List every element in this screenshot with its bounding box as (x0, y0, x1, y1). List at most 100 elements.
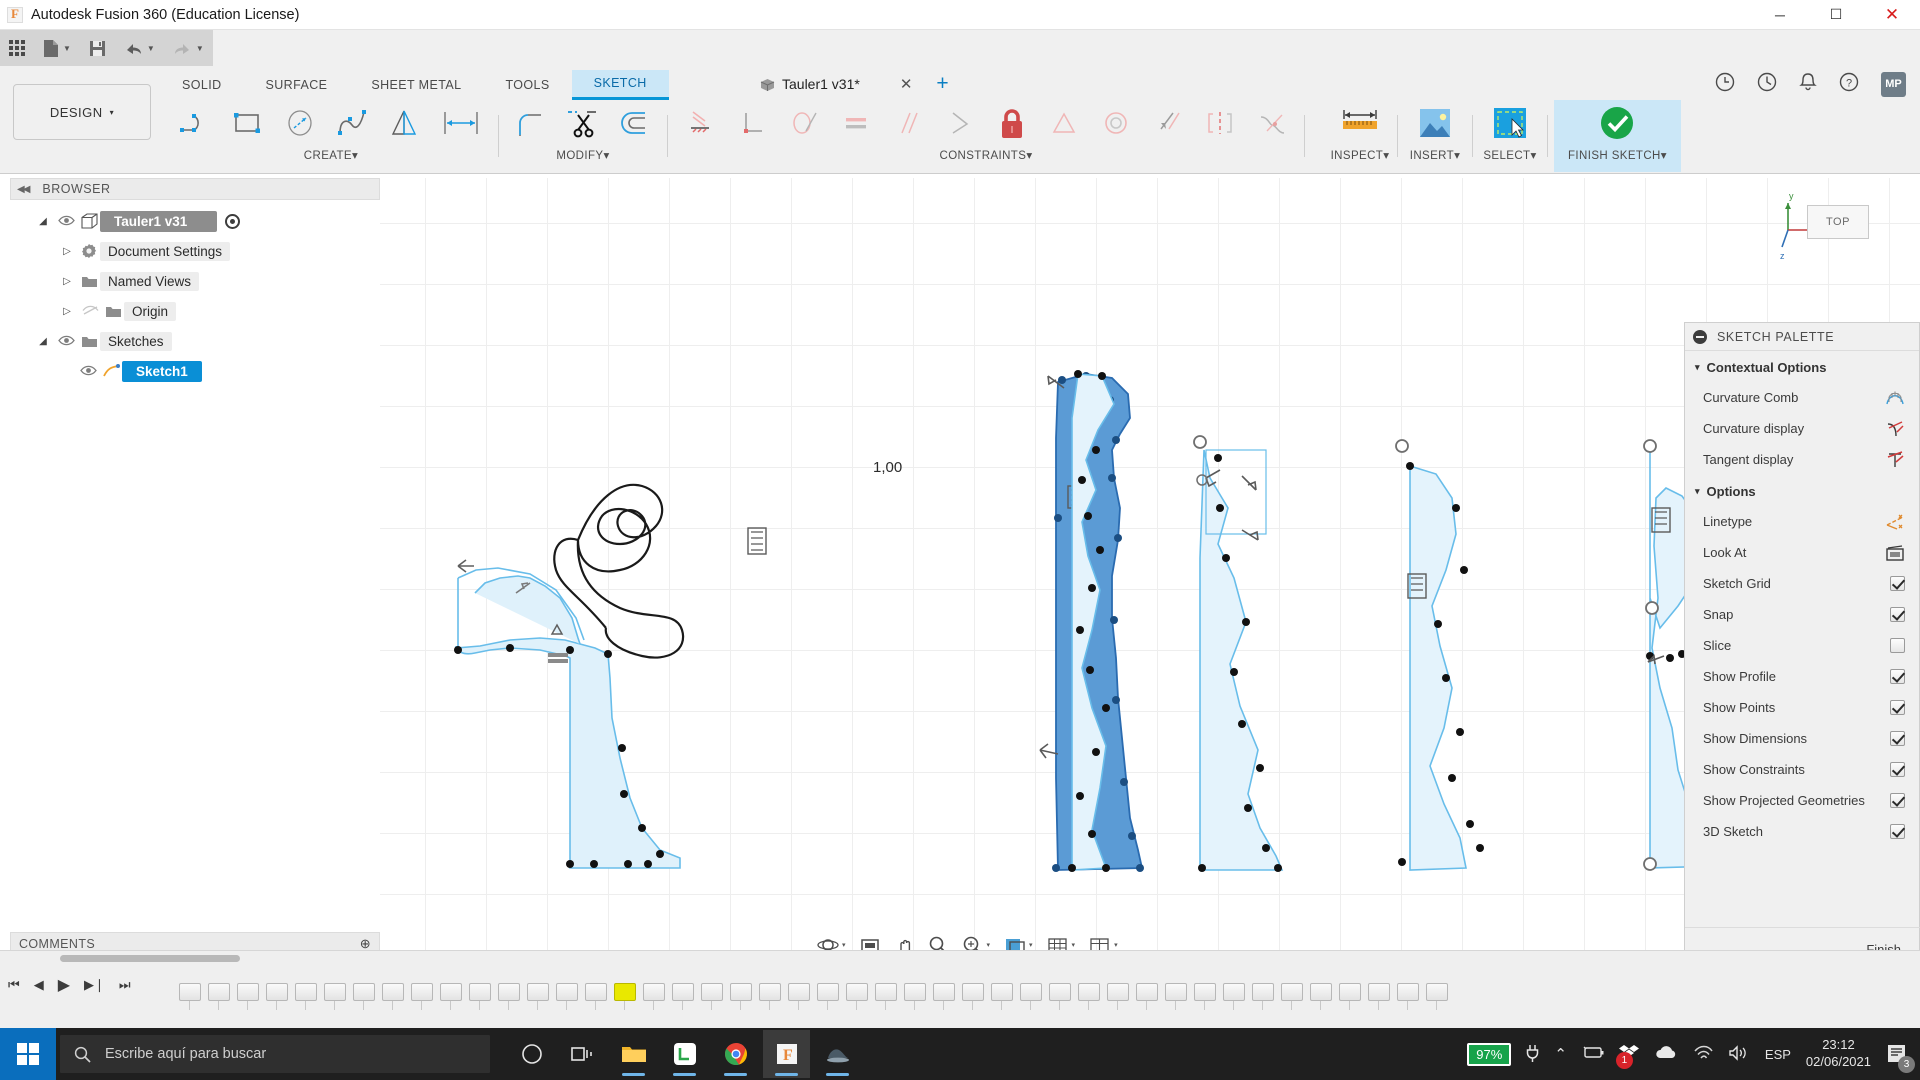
action-center-icon[interactable]: 3 (1886, 1043, 1915, 1073)
onedrive-icon[interactable] (1654, 1045, 1678, 1063)
palette-row-slice[interactable]: Slice (1685, 630, 1919, 661)
ribbon-group-insert-label[interactable]: INSERT▾ (1410, 148, 1461, 162)
timeline-play-button[interactable]: ▶ (58, 975, 70, 995)
timeline-feature-node[interactable] (959, 977, 987, 1010)
ribbon-group-select-label[interactable]: SELECT▾ (1483, 148, 1536, 162)
curvature-constraint[interactable] (1246, 100, 1298, 146)
volume-icon[interactable] (1728, 1044, 1750, 1064)
chrome-icon[interactable] (712, 1030, 759, 1078)
view-cube-top-face[interactable]: TOP (1807, 205, 1869, 239)
palette-row-3d-sketch[interactable]: 3D Sketch (1685, 816, 1919, 847)
timeline-feature-node[interactable] (814, 977, 842, 1010)
document-tab-close[interactable]: ✕ (900, 75, 913, 93)
linetype-icon[interactable] (1885, 513, 1905, 531)
section-contextual-options[interactable]: ▾ Contextual Options (1685, 351, 1919, 382)
midpoint-constraint[interactable] (1038, 100, 1090, 146)
timeline-feature-node[interactable] (1046, 977, 1074, 1010)
palette-row-snap[interactable]: Snap (1685, 599, 1919, 630)
show-dimensions-checkbox[interactable] (1890, 731, 1905, 746)
expander-icon[interactable]: ▷ (56, 306, 78, 317)
new-tab-button[interactable]: + (936, 72, 948, 96)
trim-tool[interactable] (557, 100, 609, 146)
view-cube[interactable]: y x z TOP (1780, 185, 1910, 280)
ribbon-group-constraints-label[interactable]: CONSTRAINTS▾ (939, 148, 1032, 162)
palette-row-show-constraints[interactable]: Show Constraints (1685, 754, 1919, 785)
timeline-feature-node[interactable] (582, 977, 610, 1010)
plug-icon[interactable] (1526, 1044, 1539, 1065)
activate-component-radio[interactable] (225, 213, 241, 229)
start-button[interactable] (0, 1028, 56, 1080)
chevron-up-icon[interactable]: ⌃ (1554, 1045, 1567, 1063)
eye-icon[interactable] (54, 334, 78, 349)
timeline-last-button[interactable]: ⏭ (119, 977, 131, 993)
taskbar-search[interactable]: Escribe aquí para buscar (60, 1035, 490, 1073)
document-tab[interactable]: Tauler1 v31* (760, 76, 860, 92)
timeline-feature-node[interactable] (263, 977, 291, 1010)
expander-icon[interactable]: ▷ (56, 276, 78, 287)
palette-row-show-projected-geometries[interactable]: Show Projected Geometries (1685, 785, 1919, 816)
eye-icon[interactable] (54, 214, 78, 229)
timeline-feature-node[interactable] (437, 977, 465, 1010)
ribbon-group-create-label[interactable]: CREATE▾ (304, 148, 358, 162)
spline-tool[interactable] (326, 100, 378, 146)
slice-checkbox[interactable] (1890, 638, 1905, 653)
angle-constraint[interactable] (934, 100, 986, 146)
offset-tool[interactable] (609, 100, 661, 146)
timeline-feature-node[interactable] (466, 977, 494, 1010)
tangent-constraint[interactable] (778, 100, 830, 146)
tab-surface[interactable]: SURFACE (244, 70, 350, 100)
palette-row-tangent-display[interactable]: Tangent display (1685, 444, 1919, 475)
battery-percent-badge[interactable]: 97% (1467, 1042, 1512, 1066)
tab-tools[interactable]: TOOLS (483, 70, 571, 100)
timeline-feature-node[interactable] (176, 977, 204, 1010)
tree-item-origin[interactable]: ▷ Origin (10, 296, 380, 326)
timeline-prev-button[interactable]: ◀ (34, 977, 44, 993)
timeline-feature-node[interactable] (756, 977, 784, 1010)
task-view-icon[interactable] (559, 1030, 606, 1078)
tree-item-root[interactable]: ◢ Tauler1 v31 (10, 206, 380, 236)
curvature-display-icon[interactable] (1885, 420, 1905, 438)
timeline-feature-node[interactable] (205, 977, 233, 1010)
user-avatar[interactable]: MP (1881, 71, 1906, 97)
palette-row-sketch-grid[interactable]: Sketch Grid (1685, 568, 1919, 599)
timeline-feature-node[interactable] (1133, 977, 1161, 1010)
collapse-panel-icon[interactable]: ◀◀ (17, 184, 30, 195)
measure-tool[interactable] (1329, 100, 1391, 146)
recent-activity-icon[interactable] (1757, 72, 1777, 97)
ribbon-group-modify-label[interactable]: MODIFY▾ (556, 148, 609, 162)
rectangular-pattern-tool[interactable] (430, 100, 492, 146)
timeline-feature-node[interactable] (1220, 977, 1248, 1010)
fix-unfix-constraint[interactable] (986, 100, 1038, 146)
equal-constraint[interactable] (830, 100, 882, 146)
tree-item-document-settings[interactable]: ▷ Document Settings (10, 236, 380, 266)
timeline-feature-node[interactable] (234, 977, 262, 1010)
timeline-scrollbar[interactable] (60, 955, 240, 962)
timeline-feature-node[interactable] (379, 977, 407, 1010)
expander-icon[interactable]: ▷ (56, 246, 78, 257)
collinear-constraint[interactable] (1142, 100, 1194, 146)
show-constraints-checkbox[interactable] (1890, 762, 1905, 777)
timeline-feature-node[interactable] (1017, 977, 1045, 1010)
cortana-icon[interactable] (508, 1030, 555, 1078)
help-icon[interactable]: ? (1839, 72, 1859, 97)
timeline-feature-node[interactable] (901, 977, 929, 1010)
redo-button[interactable]: ▼ (164, 30, 213, 66)
timeline-feature-node[interactable] (1307, 977, 1335, 1010)
timeline-feature-node[interactable] (1423, 977, 1451, 1010)
close-button[interactable]: ✕ (1864, 0, 1920, 30)
show-profile-checkbox[interactable] (1890, 669, 1905, 684)
eye-hidden-icon[interactable] (78, 304, 102, 319)
palette-row-curvature-display[interactable]: Curvature display (1685, 413, 1919, 444)
file-explorer-icon[interactable] (610, 1030, 657, 1078)
timeline-feature-node[interactable] (1394, 977, 1422, 1010)
timeline-feature-node[interactable] (698, 977, 726, 1010)
timeline-feature-node[interactable] (495, 977, 523, 1010)
rectangle-tool[interactable] (222, 100, 274, 146)
circle-tool[interactable] (274, 100, 326, 146)
notifications-bell-icon[interactable] (1799, 72, 1817, 97)
fusion360-icon[interactable]: F (763, 1030, 810, 1078)
tree-item-named-views[interactable]: ▷ Named Views (10, 266, 380, 296)
tree-item-sketches[interactable]: ◢ Sketches (10, 326, 380, 356)
timeline-feature-node[interactable] (408, 977, 436, 1010)
look-at-icon[interactable] (1885, 544, 1905, 562)
